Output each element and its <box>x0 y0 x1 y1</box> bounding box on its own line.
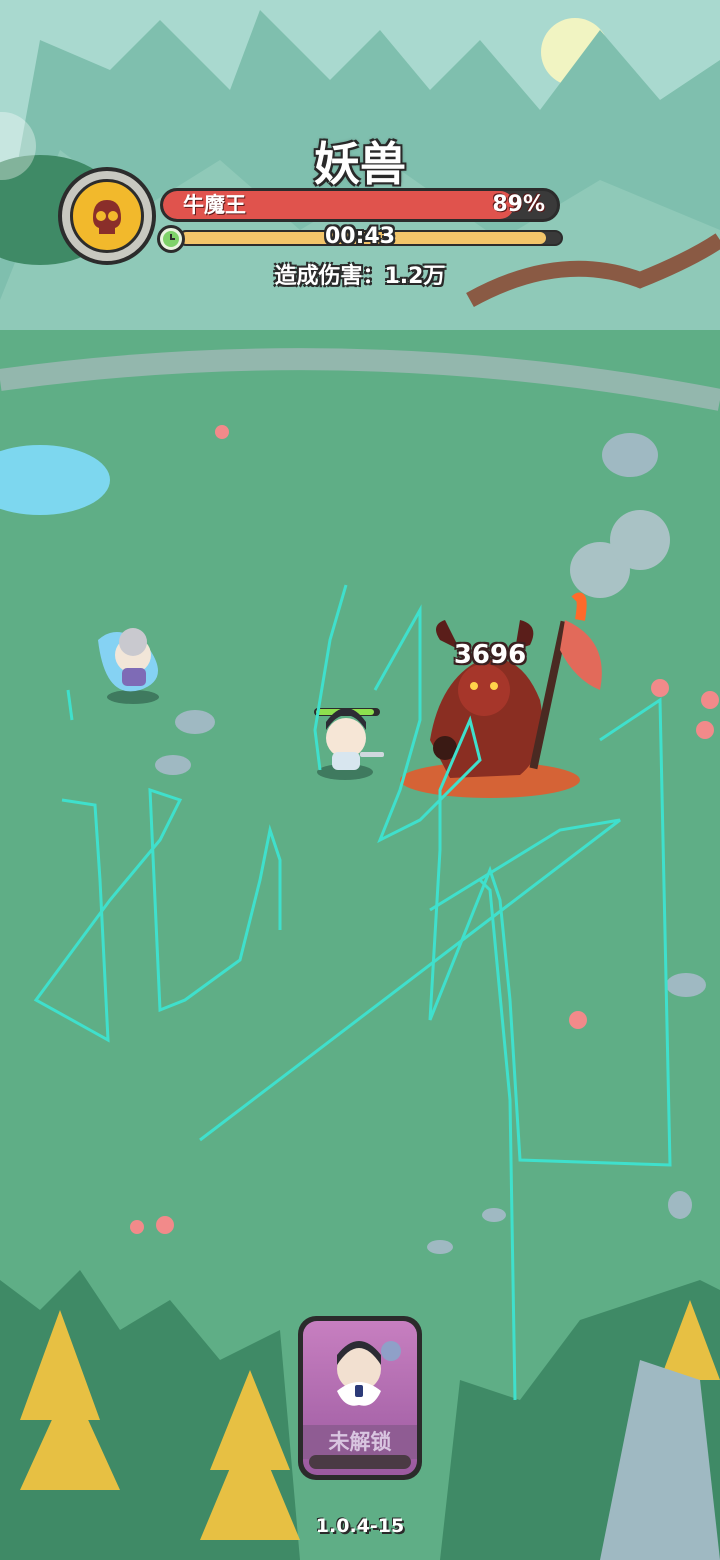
floating-damage-number: 3696 <box>453 640 527 670</box>
rock <box>175 710 215 734</box>
lock-icon <box>355 1385 363 1397</box>
damage-dealt: 造成伤害：1.2万 <box>274 264 446 289</box>
rock <box>482 1208 506 1222</box>
rock <box>610 510 670 570</box>
clock-icon <box>157 225 185 253</box>
rock <box>155 755 191 775</box>
rock <box>602 433 658 477</box>
rock <box>427 1240 453 1254</box>
boss-hp-percent: 89% <box>492 192 545 217</box>
flower <box>156 1216 174 1234</box>
rock <box>668 1191 692 1219</box>
timer-text: 00:43 <box>324 224 396 249</box>
boss-skull-badge <box>58 167 156 265</box>
skull-icon <box>70 179 144 253</box>
boss-hp-bar: 牛魔王 89% <box>160 188 560 222</box>
version-label: 1.0.4-15 <box>315 1515 405 1537</box>
flower <box>130 1220 144 1234</box>
flower <box>651 679 669 697</box>
hero-card-art: 未解锁 <box>303 1321 417 1475</box>
flower <box>215 425 229 439</box>
boss-name: 牛魔王 <box>183 193 246 217</box>
rock <box>666 973 706 997</box>
flower <box>696 721 714 739</box>
hero-card-locked[interactable]: 未解锁 <box>298 1316 422 1480</box>
hero-card-label: 未解锁 <box>303 1425 417 1459</box>
hero-card-progress <box>309 1455 411 1469</box>
flower <box>701 691 719 709</box>
flower <box>569 1011 587 1029</box>
